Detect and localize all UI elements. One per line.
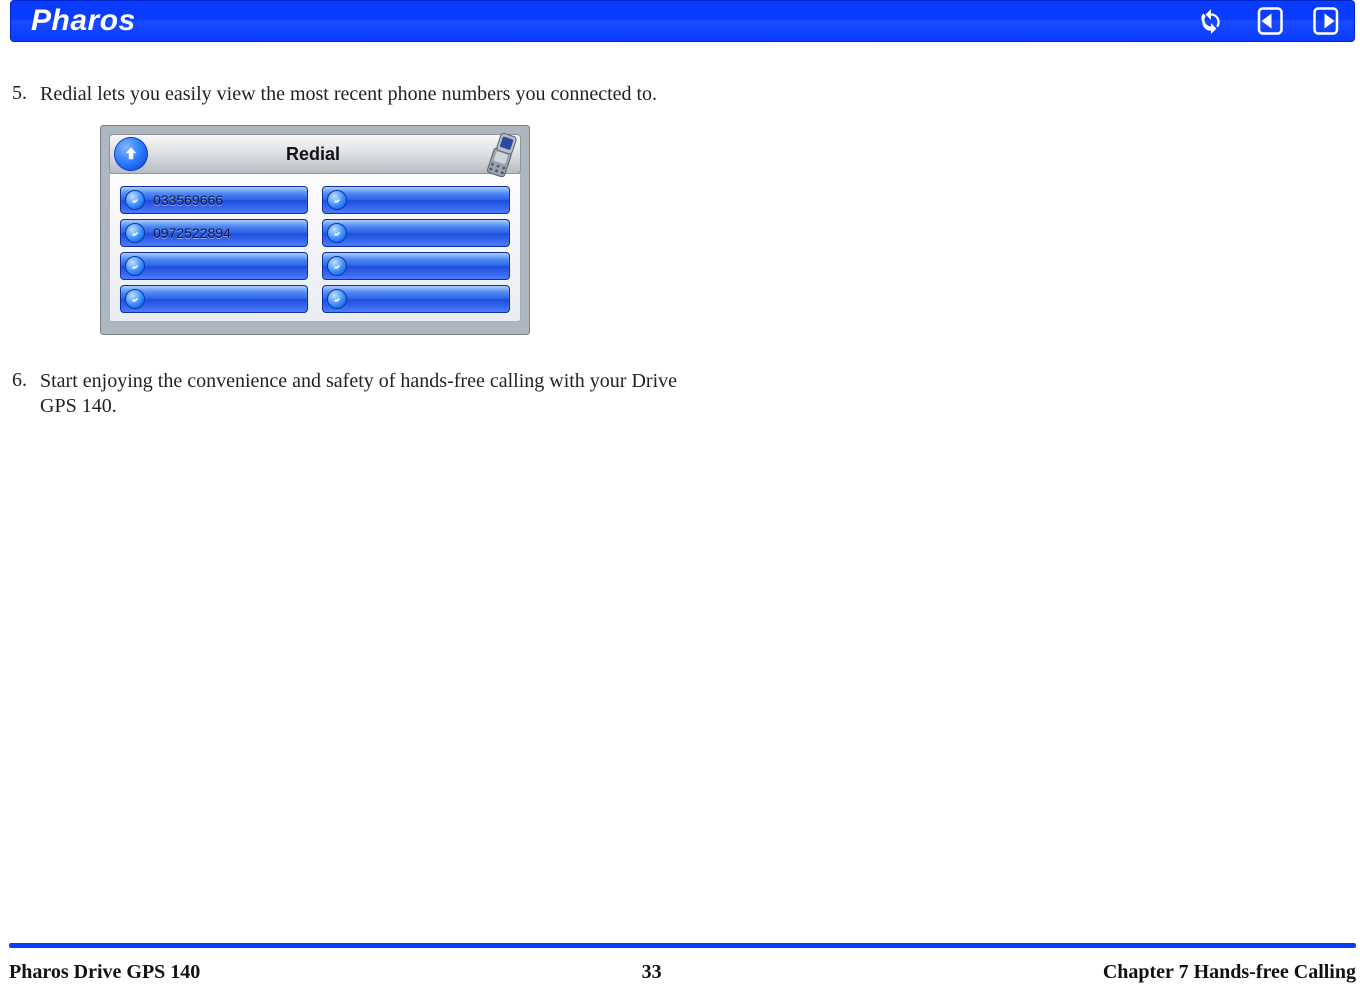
dial-icon	[327, 223, 347, 243]
footer-left: Pharos Drive GPS 140	[9, 961, 200, 984]
redial-entry[interactable]	[322, 186, 510, 214]
forward-icon[interactable]	[1312, 6, 1342, 36]
step-5: 5. Redial lets you easily view the most …	[10, 82, 700, 107]
footer-divider	[9, 943, 1356, 948]
up-arrow-icon[interactable]	[114, 137, 148, 171]
refresh-icon[interactable]	[1196, 6, 1226, 36]
header-bar: Pharos	[10, 0, 1355, 42]
brand-logo: Pharos	[31, 4, 136, 38]
dial-icon	[125, 223, 145, 243]
footer-page-number: 33	[642, 961, 662, 984]
dial-icon	[327, 256, 347, 276]
step-text: Start enjoying the convenience and safet…	[40, 369, 700, 419]
redial-entry[interactable]	[322, 285, 510, 313]
step-number: 5.	[10, 82, 40, 107]
header-icons	[1196, 6, 1342, 36]
phone-number: 0972522894	[153, 225, 231, 241]
redial-entry[interactable]: 0972522894	[120, 219, 308, 247]
flip-phone-icon	[472, 131, 526, 183]
page-footer: Pharos Drive GPS 140 33 Chapter 7 Hands-…	[9, 961, 1356, 984]
dial-icon	[125, 256, 145, 276]
back-icon[interactable]	[1254, 6, 1284, 36]
redial-entry[interactable]	[322, 219, 510, 247]
page-content: 5. Redial lets you easily view the most …	[0, 82, 700, 437]
redial-grid: 033569666 0972522894	[109, 174, 521, 322]
phone-number: 033569666	[153, 192, 223, 208]
step-text: Redial lets you easily view the most rec…	[40, 82, 700, 107]
dial-icon	[327, 289, 347, 309]
step-number: 6.	[10, 369, 40, 419]
step-6: 6. Start enjoying the convenience and sa…	[10, 369, 700, 419]
redial-entry[interactable]	[120, 252, 308, 280]
redial-entry[interactable]	[322, 252, 510, 280]
dial-icon	[327, 190, 347, 210]
redial-screenshot: Redial 033569666	[100, 125, 530, 335]
redial-entry[interactable]	[120, 285, 308, 313]
redial-entry[interactable]: 033569666	[120, 186, 308, 214]
footer-right: Chapter 7 Hands-free Calling	[1103, 961, 1356, 984]
dial-icon	[125, 190, 145, 210]
redial-header: Redial	[109, 134, 521, 174]
redial-title: Redial	[156, 144, 520, 165]
dial-icon	[125, 289, 145, 309]
